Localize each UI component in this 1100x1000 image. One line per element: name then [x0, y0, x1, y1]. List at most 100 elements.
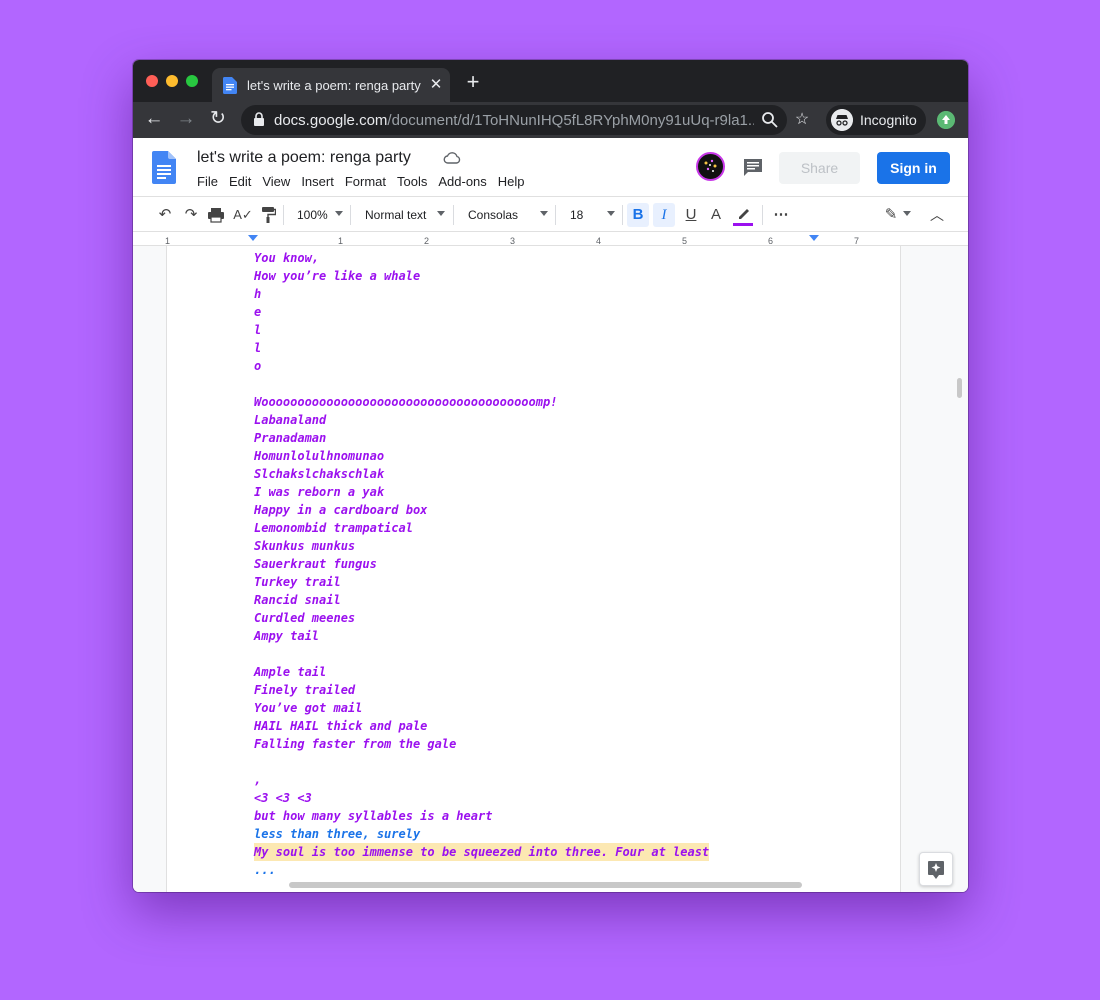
window-close-button[interactable] — [146, 75, 158, 87]
font-family-select[interactable]: Consolas — [468, 203, 528, 227]
editing-mode-pencil-icon[interactable]: ✎ — [881, 203, 901, 227]
reload-icon[interactable]: ↻ — [207, 108, 229, 130]
document-line[interactable] — [254, 753, 854, 771]
menu-tools[interactable]: Tools — [397, 173, 427, 191]
zoom-caret-icon[interactable] — [335, 211, 343, 216]
paint-format-icon[interactable] — [260, 206, 276, 224]
document-line[interactable]: Finely trailed — [254, 681, 854, 699]
editing-mode-caret-icon[interactable] — [903, 211, 911, 216]
document-line-text: I was reborn a yak — [254, 485, 385, 499]
document-line[interactable]: Happy in a cardboard box — [254, 501, 854, 519]
document-line[interactable]: ... — [254, 861, 854, 879]
document-line[interactable]: <3 <3 <3 — [254, 789, 854, 807]
document-line[interactable]: Pranadaman — [254, 429, 854, 447]
font-size-select[interactable]: 18 — [570, 203, 590, 227]
share-button[interactable]: Share — [779, 152, 860, 184]
italic-button[interactable]: I — [653, 203, 675, 227]
document-line[interactable]: I was reborn a yak — [254, 483, 854, 501]
menu-insert[interactable]: Insert — [301, 173, 334, 191]
document-line[interactable]: Skunkus munkus — [254, 537, 854, 555]
explore-button[interactable] — [919, 852, 953, 886]
horizontal-scrollbar[interactable] — [289, 882, 802, 888]
document-line-text: Sauerkraut fungus — [254, 557, 377, 571]
menu-view[interactable]: View — [262, 173, 290, 191]
document-line[interactable]: Homunlolulhnomunao — [254, 447, 854, 465]
document-line[interactable] — [254, 645, 854, 663]
search-icon[interactable] — [761, 111, 779, 129]
forward-arrow-icon[interactable]: → — [175, 108, 197, 130]
menu-edit[interactable]: Edit — [229, 173, 251, 191]
menu-addons[interactable]: Add-ons — [438, 173, 486, 191]
document-line[interactable]: Curdled meenes — [254, 609, 854, 627]
new-tab-button[interactable]: + — [463, 71, 483, 93]
google-docs-logo-icon[interactable] — [152, 151, 176, 184]
spellcheck-icon[interactable]: A✓ — [233, 203, 253, 227]
document-line[interactable]: e — [254, 303, 854, 321]
document-line[interactable]: less than three, surely — [254, 825, 854, 843]
paragraph-style-select[interactable]: Normal text — [365, 203, 435, 227]
document-page[interactable]: You know, How you’re like a whale h e l l o Woo… — [166, 246, 901, 892]
document-line[interactable]: l — [254, 339, 854, 357]
highlight-color-button[interactable] — [732, 203, 754, 227]
text-color-button[interactable]: A — [705, 203, 727, 227]
left-indent-marker[interactable] — [248, 235, 258, 241]
document-line[interactable]: Turkey trail — [254, 573, 854, 591]
explore-sparkle-icon — [928, 861, 944, 879]
print-icon[interactable] — [207, 206, 225, 224]
document-line[interactable]: Rancid snail — [254, 591, 854, 609]
font-caret-icon[interactable] — [540, 211, 548, 216]
zoom-select[interactable]: 100% — [297, 203, 328, 227]
document-line[interactable]: HAIL HAIL thick and pale — [254, 717, 854, 735]
document-line[interactable]: Ampy tail — [254, 627, 854, 645]
menu-help[interactable]: Help — [498, 173, 525, 191]
comment-icon[interactable] — [742, 156, 764, 178]
document-line[interactable]: How you’re like a whale — [254, 267, 854, 285]
window-minimize-button[interactable] — [166, 75, 178, 87]
document-line[interactable]: You know, — [254, 249, 854, 267]
document-line[interactable]: Woooooooooooooooooooooooooooooooooooooom… — [254, 393, 854, 411]
avatar[interactable] — [696, 152, 725, 181]
document-line[interactable]: h — [254, 285, 854, 303]
undo-icon[interactable]: ↶ — [155, 203, 175, 227]
document-line[interactable]: Falling faster from the gale — [254, 735, 854, 753]
cloud-saved-icon — [443, 152, 461, 164]
document-line[interactable]: , — [254, 771, 854, 789]
lock-icon — [254, 112, 264, 126]
document-line[interactable]: Ample tail — [254, 663, 854, 681]
tab-close-icon[interactable]: ✕ — [428, 76, 444, 94]
document-title[interactable]: let's write a poem: renga party — [197, 148, 411, 168]
right-indent-marker[interactable] — [809, 235, 819, 241]
more-options-icon[interactable]: ⋯ — [769, 203, 793, 227]
window-maximize-button[interactable] — [186, 75, 198, 87]
document-line[interactable]: My soul is too immense to be squeezed in… — [254, 843, 854, 861]
document-line-text: Homunlolulhnomunao — [254, 449, 385, 463]
document-line[interactable] — [254, 375, 854, 393]
bookmark-star-icon[interactable]: ☆ — [793, 111, 811, 129]
document-line[interactable]: Lemonombid trampatical — [254, 519, 854, 537]
avatar-pattern-icon — [704, 159, 717, 172]
document-line[interactable]: o — [254, 357, 854, 375]
incognito-profile[interactable]: Incognito — [826, 105, 926, 135]
back-arrow-icon[interactable]: ← — [143, 108, 165, 130]
document-line[interactable]: Slchakslchakschlak — [254, 465, 854, 483]
size-caret-icon[interactable] — [607, 211, 615, 216]
collapse-menus-icon[interactable]: ︿ — [927, 203, 947, 227]
document-line[interactable]: Labanaland — [254, 411, 854, 429]
menu-format[interactable]: Format — [345, 173, 386, 191]
document-line[interactable]: but how many syllables is a heart — [254, 807, 854, 825]
vertical-scrollbar[interactable] — [957, 378, 962, 398]
document-body[interactable]: You know, How you’re like a whale h e l l o Woo… — [254, 249, 854, 879]
update-arrow-icon[interactable] — [937, 111, 955, 129]
underline-button[interactable]: U — [680, 203, 702, 227]
bold-button[interactable]: B — [627, 203, 649, 227]
browser-tab[interactable]: let's write a poem: renga party ✕ — [212, 68, 450, 102]
menu-file[interactable]: File — [197, 173, 218, 191]
document-line-text: Skunkus munkus — [254, 539, 356, 553]
document-line[interactable]: Sauerkraut fungus — [254, 555, 854, 573]
address-bar[interactable]: docs.google.com/document/d/1ToHNunIHQ5fL… — [241, 105, 809, 135]
document-line[interactable]: l — [254, 321, 854, 339]
style-caret-icon[interactable] — [437, 211, 445, 216]
sign-in-button[interactable]: Sign in — [877, 152, 950, 184]
redo-icon[interactable]: ↷ — [181, 203, 201, 227]
document-line[interactable]: You’ve got mail — [254, 699, 854, 717]
